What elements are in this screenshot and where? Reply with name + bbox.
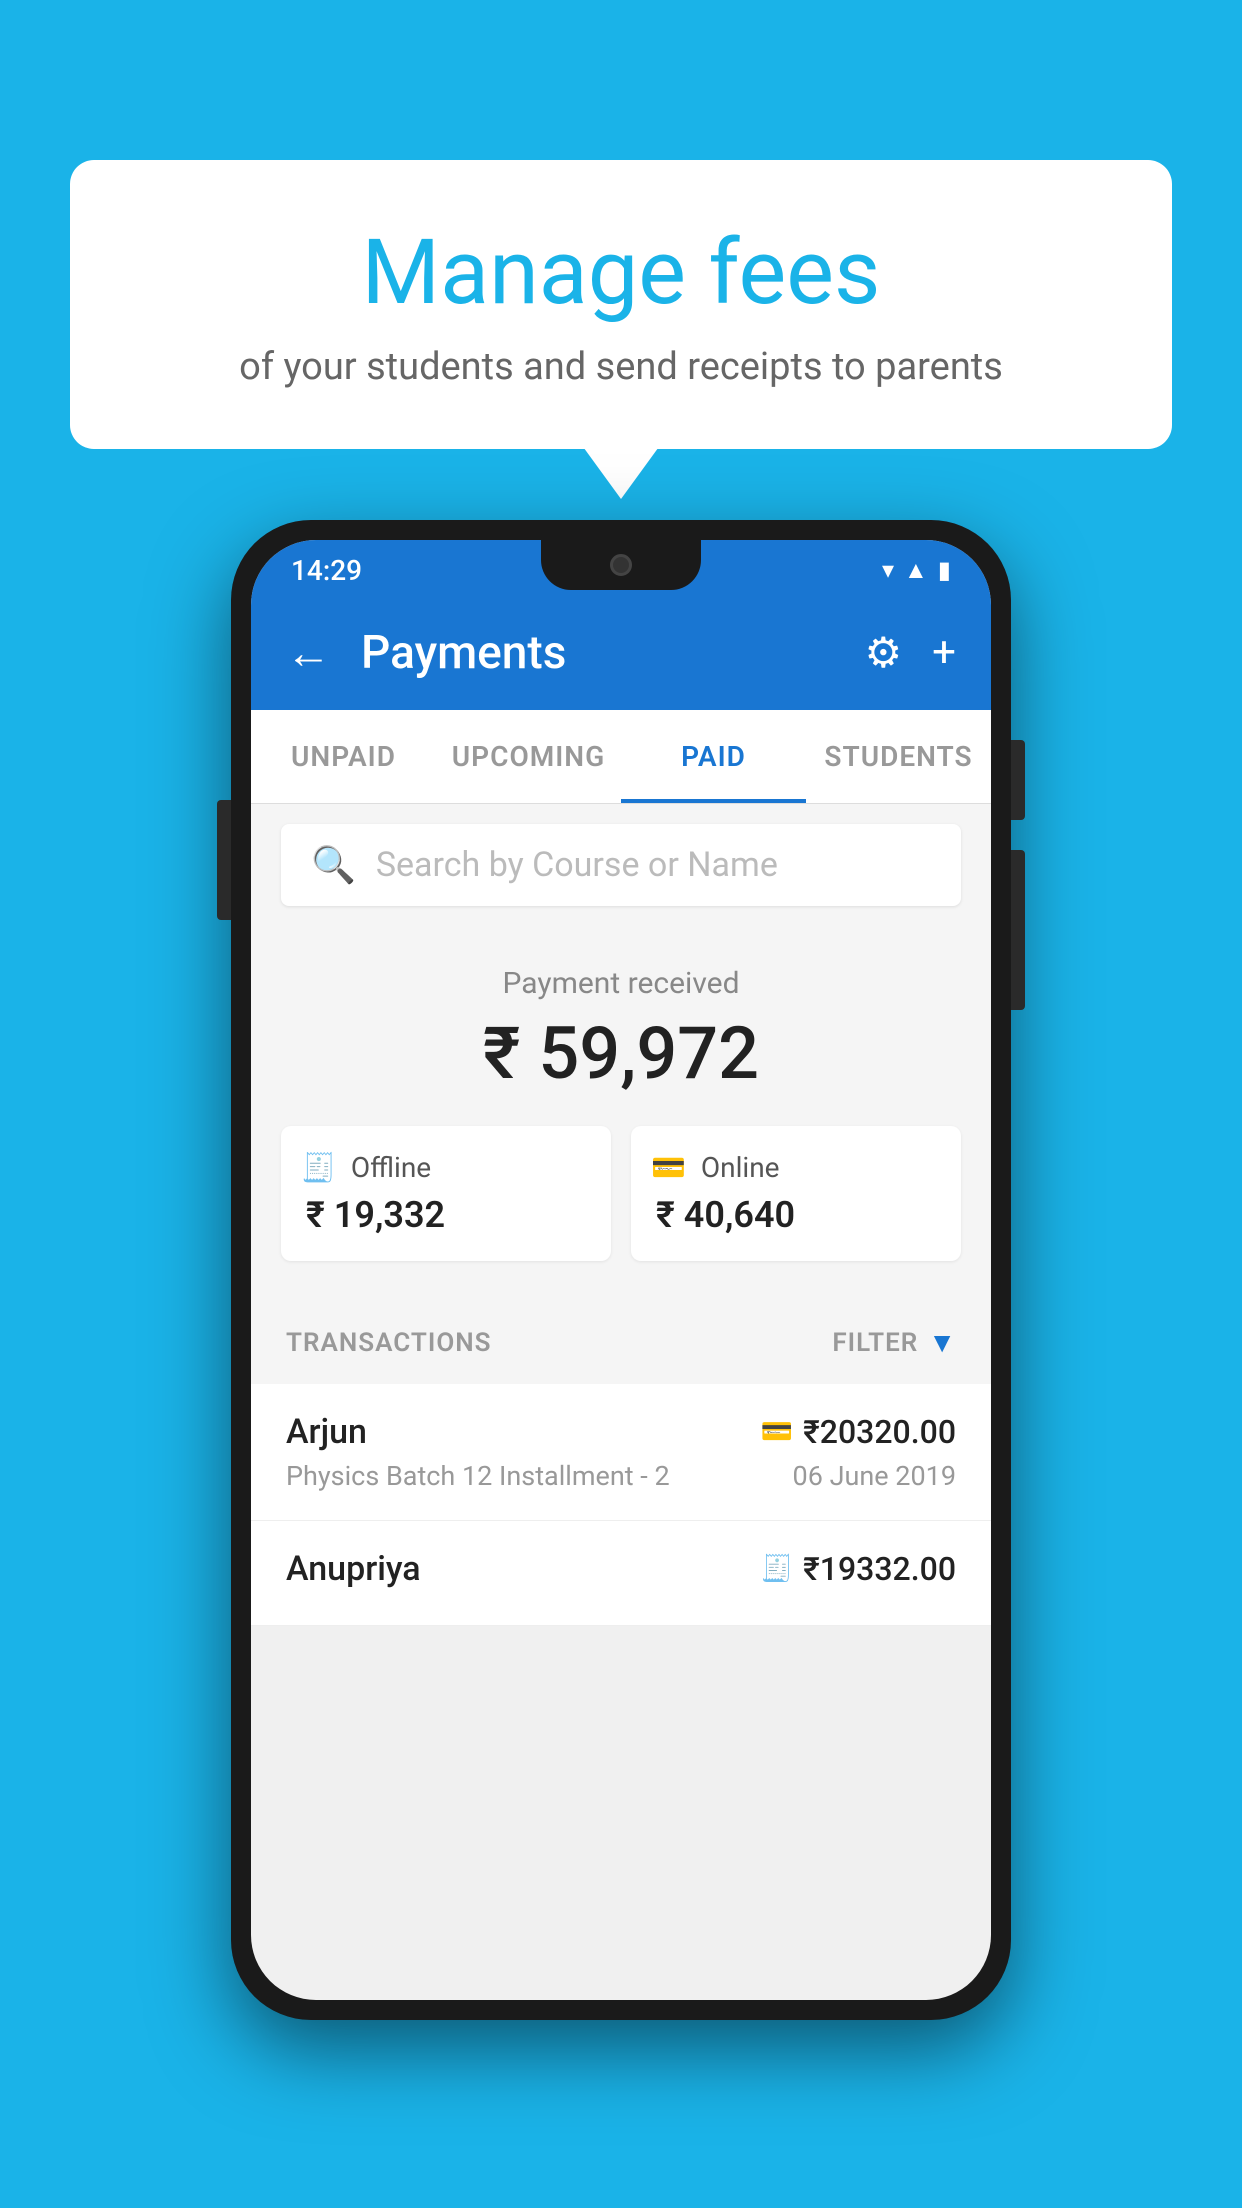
filter-section[interactable]: FILTER ▼ — [832, 1326, 956, 1359]
status-icons: ▾ ▲ ▮ — [882, 556, 951, 585]
offline-card-header: 🧾 Offline — [301, 1151, 591, 1184]
transaction-top: Anupriya 🧾 ₹19332.00 — [286, 1549, 956, 1589]
online-icon: 💳 — [651, 1151, 686, 1184]
offline-card: 🧾 Offline ₹ 19,332 — [281, 1126, 611, 1261]
phone-container: 14:29 ▾ ▲ ▮ ← Payments ⚙ + UNPAID — [231, 520, 1011, 2020]
settings-icon[interactable]: ⚙ — [865, 628, 903, 678]
online-amount: ₹ 40,640 — [651, 1194, 941, 1236]
app-bar-actions: ⚙ + — [865, 628, 957, 678]
bubble-title: Manage fees — [150, 220, 1092, 325]
offline-amount: ₹ 19,332 — [301, 1194, 591, 1236]
offline-icon: 🧾 — [301, 1151, 336, 1184]
power-button-top — [1011, 740, 1025, 820]
filter-label: FILTER — [832, 1328, 918, 1358]
phone-screen: 14:29 ▾ ▲ ▮ ← Payments ⚙ + UNPAID — [251, 540, 991, 2000]
app-bar-title: Payments — [361, 626, 835, 680]
search-icon: 🔍 — [311, 844, 356, 886]
signal-icon: ▲ — [904, 556, 928, 585]
payment-amount: ₹ 59,972 — [281, 1011, 961, 1096]
transaction-amount-section: 💳 ₹20320.00 — [761, 1413, 956, 1451]
tab-paid[interactable]: PAID — [621, 710, 806, 803]
online-label: Online — [701, 1151, 780, 1184]
back-button[interactable]: ← — [286, 630, 331, 675]
transaction-bottom: Physics Batch 12 Installment - 2 06 June… — [286, 1460, 956, 1492]
transaction-amount-section: 🧾 ₹19332.00 — [761, 1550, 956, 1588]
transaction-top: Arjun 💳 ₹20320.00 — [286, 1412, 956, 1452]
transaction-payment-icon: 💳 — [761, 1417, 793, 1447]
bubble-subtitle: of your students and send receipts to pa… — [150, 345, 1092, 389]
transaction-name: Arjun — [286, 1412, 367, 1452]
transaction-amount: ₹19332.00 — [803, 1550, 956, 1588]
speech-bubble: Manage fees of your students and send re… — [70, 160, 1172, 449]
filter-icon: ▼ — [928, 1326, 956, 1359]
phone-notch — [541, 540, 701, 590]
search-container: 🔍 Search by Course or Name — [251, 804, 991, 926]
tab-upcoming[interactable]: UPCOMING — [436, 710, 621, 803]
online-card: 💳 Online ₹ 40,640 — [631, 1126, 961, 1261]
transaction-course: Physics Batch 12 Installment - 2 — [286, 1460, 670, 1492]
speech-bubble-container: Manage fees of your students and send re… — [70, 160, 1172, 449]
transaction-payment-icon: 🧾 — [761, 1554, 793, 1584]
add-icon[interactable]: + — [932, 628, 956, 677]
tabs-container: UNPAID UPCOMING PAID STUDENTS — [251, 710, 991, 804]
tab-students[interactable]: STUDENTS — [806, 710, 991, 803]
search-placeholder: Search by Course or Name — [376, 845, 778, 885]
tab-unpaid[interactable]: UNPAID — [251, 710, 436, 803]
transaction-date: 06 June 2019 — [793, 1460, 956, 1492]
transactions-header: TRANSACTIONS FILTER ▼ — [251, 1301, 991, 1384]
phone-outer: 14:29 ▾ ▲ ▮ ← Payments ⚙ + UNPAID — [231, 520, 1011, 2020]
power-button-bottom — [1011, 850, 1025, 1010]
volume-button — [217, 800, 231, 920]
camera — [610, 554, 632, 576]
offline-label: Offline — [351, 1151, 431, 1184]
transactions-label: TRANSACTIONS — [286, 1328, 492, 1358]
app-bar: ← Payments ⚙ + — [251, 595, 991, 710]
payment-section: Payment received ₹ 59,972 🧾 Offline ₹ 19… — [251, 926, 991, 1301]
battery-icon: ▮ — [938, 556, 951, 584]
transaction-amount: ₹20320.00 — [803, 1413, 956, 1451]
payment-cards: 🧾 Offline ₹ 19,332 💳 Online ₹ 40,640 — [281, 1126, 961, 1261]
transaction-row[interactable]: Arjun 💳 ₹20320.00 Physics Batch 12 Insta… — [251, 1384, 991, 1521]
search-bar[interactable]: 🔍 Search by Course or Name — [281, 824, 961, 906]
payment-label: Payment received — [281, 966, 961, 1001]
status-time: 14:29 — [291, 554, 362, 587]
transaction-name: Anupriya — [286, 1549, 421, 1589]
online-card-header: 💳 Online — [651, 1151, 941, 1184]
transaction-row[interactable]: Anupriya 🧾 ₹19332.00 — [251, 1521, 991, 1626]
wifi-icon: ▾ — [882, 556, 894, 584]
